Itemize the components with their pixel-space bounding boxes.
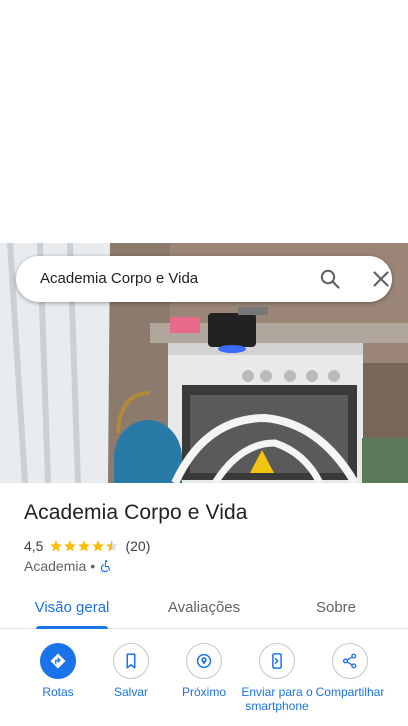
place-category: Academia xyxy=(24,558,87,574)
share-button[interactable]: Compartilhar xyxy=(313,643,387,699)
save-button[interactable]: Salvar xyxy=(94,643,168,699)
place-details-sheet: Academia Corpo e Vida 4,5 (20) Academia … xyxy=(0,483,408,726)
tab-bar: Visão geral Avaliações Sobre xyxy=(0,585,408,629)
review-count: (20) xyxy=(125,538,151,554)
search-input[interactable]: Academia Corpo e Vida xyxy=(40,270,198,287)
nearby-label: Próximo xyxy=(181,685,226,699)
send-to-phone-label: Enviar para o smartphone xyxy=(241,685,313,713)
wheelchair-accessible-icon xyxy=(100,560,111,573)
share-label: Compartilhar xyxy=(315,685,385,699)
tab-about[interactable]: Sobre xyxy=(288,585,384,629)
active-tab-indicator xyxy=(36,626,108,629)
search-bar[interactable]: Academia Corpo e Vida xyxy=(16,256,392,302)
star-icon xyxy=(50,540,63,552)
directions-icon[interactable] xyxy=(40,643,76,679)
map-blank-area xyxy=(0,0,408,243)
rating-value: 4,5 xyxy=(24,538,44,554)
rating-stars xyxy=(49,539,119,553)
separator-dot: • xyxy=(90,558,96,574)
bookmark-icon[interactable] xyxy=(113,643,149,679)
send-to-phone-button[interactable]: Enviar para o smartphone xyxy=(240,643,314,713)
tab-overview[interactable]: Visão geral xyxy=(24,585,120,629)
close-icon[interactable] xyxy=(369,267,393,291)
directions-button[interactable]: Rotas xyxy=(21,643,95,699)
share-icon[interactable] xyxy=(332,643,368,679)
action-buttons: Rotas Salvar Próximo Enviar para o smart… xyxy=(0,643,408,726)
star-icon xyxy=(92,540,105,552)
tab-reviews[interactable]: Avaliações xyxy=(156,585,252,629)
save-label: Salvar xyxy=(113,685,148,699)
nearby-button[interactable]: Próximo xyxy=(167,643,241,699)
directions-label: Rotas xyxy=(42,685,74,699)
rating-row[interactable]: 4,5 (20) xyxy=(24,537,150,555)
place-title: Academia Corpo e Vida xyxy=(24,501,248,524)
half-star-icon xyxy=(106,540,119,552)
category-row: Academia • xyxy=(24,557,113,575)
nearby-icon[interactable] xyxy=(186,643,222,679)
search-icon[interactable] xyxy=(318,267,342,291)
star-icon xyxy=(78,540,91,552)
star-icon xyxy=(64,540,77,552)
send-to-phone-icon[interactable] xyxy=(259,643,295,679)
